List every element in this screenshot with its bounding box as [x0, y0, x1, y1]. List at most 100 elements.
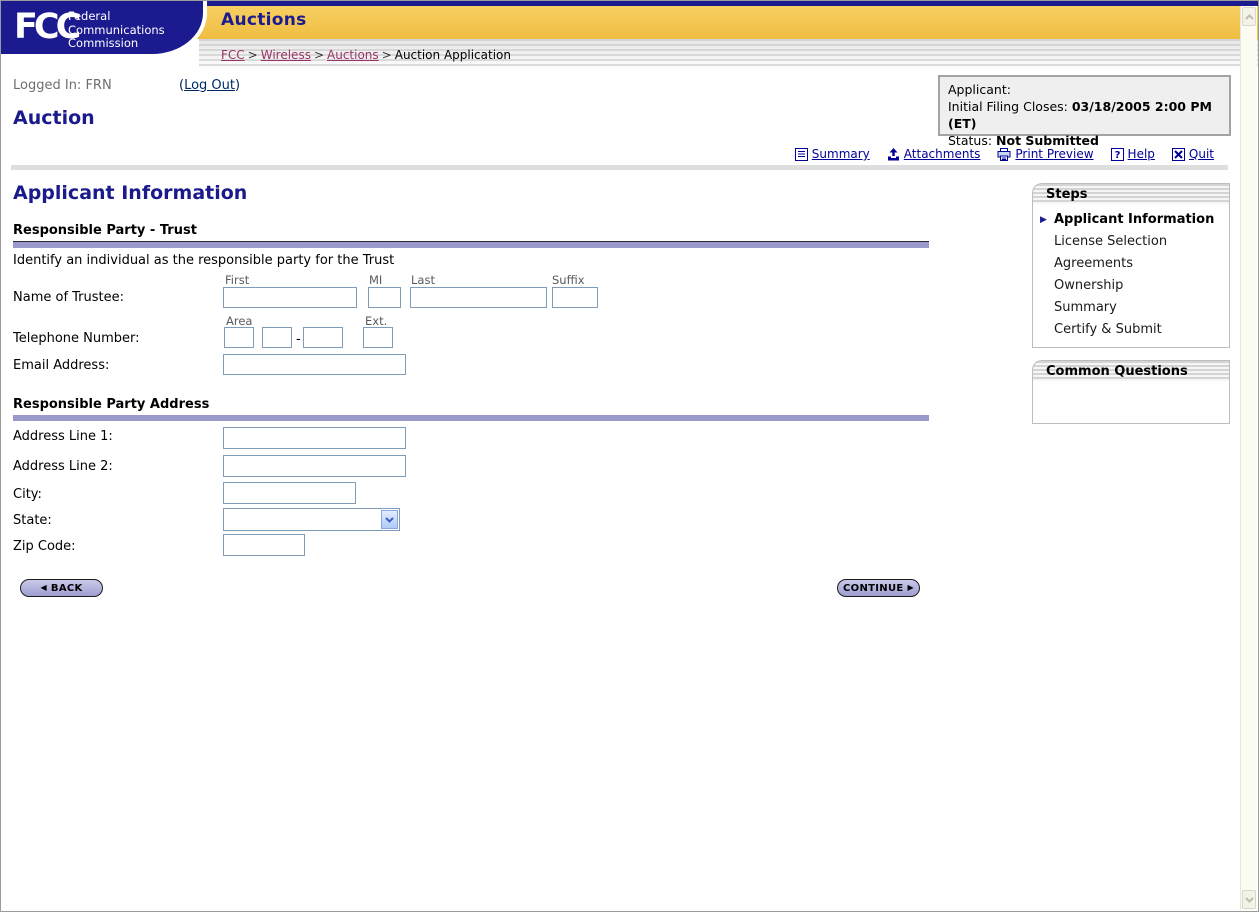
- email-address-label: Email Address:: [13, 358, 110, 373]
- help-link[interactable]: ? Help: [1110, 147, 1155, 161]
- phone-area-field[interactable]: [224, 327, 254, 348]
- step-label: Applicant Information: [1054, 212, 1215, 227]
- continue-button[interactable]: CONTINUE ▶: [837, 579, 920, 597]
- email-address-field[interactable]: [223, 354, 406, 375]
- phone-ext-field[interactable]: [363, 327, 393, 348]
- breadcrumb: FCC > Wireless > Auctions > Auction Applicatio…: [221, 48, 511, 62]
- breadcrumb-current: Auction Application: [394, 48, 511, 62]
- attachments-link[interactable]: Attachments: [887, 147, 981, 161]
- steps-panel-body: ▶ Applicant Information License Selectio…: [1032, 204, 1230, 348]
- phone-prefix-field[interactable]: [262, 327, 292, 348]
- summary-label: Summary: [811, 147, 870, 161]
- address-line-1-field[interactable]: [223, 427, 406, 449]
- gold-title-bar: Auctions: [193, 6, 1258, 39]
- chevron-up-icon: [1244, 13, 1254, 20]
- logout-wrap: (Log Out): [179, 78, 240, 93]
- scroll-up-button[interactable]: [1242, 7, 1256, 26]
- city-field[interactable]: [223, 482, 356, 504]
- zip-code-label: Zip Code:: [13, 539, 76, 554]
- first-name-field[interactable]: [223, 287, 357, 308]
- trust-section-title: Responsible Party - Trust: [13, 223, 929, 242]
- scroll-down-button[interactable]: [1242, 890, 1256, 909]
- city-label: City:: [13, 487, 42, 502]
- filing-closes-row: Initial Filing Closes: 03/18/2005 2:00 P…: [948, 98, 1221, 132]
- print-preview-icon: [997, 147, 1011, 161]
- breadcrumb-link-wireless[interactable]: Wireless: [261, 48, 311, 62]
- step-label: Ownership: [1054, 278, 1124, 293]
- chevron-down-icon: [1244, 896, 1254, 903]
- help-icon: ?: [1110, 147, 1124, 161]
- back-arrow-icon: ◀: [40, 583, 47, 592]
- suffix-sublabel: Suffix: [552, 273, 585, 287]
- current-step-icon: ▶: [1040, 215, 1047, 225]
- logged-in-status: Logged In: FRN: [13, 78, 112, 93]
- vertical-scrollbar[interactable]: [1240, 6, 1257, 910]
- status-label: Status:: [948, 133, 997, 148]
- section-divider-bar: [13, 415, 929, 421]
- step-label: Summary: [1054, 300, 1117, 315]
- breadcrumb-link-auctions[interactable]: Auctions: [327, 48, 379, 62]
- svg-text:?: ?: [1114, 150, 1120, 161]
- back-button[interactable]: ◀ BACK: [20, 579, 103, 597]
- print-preview-label: Print Preview: [1015, 147, 1094, 161]
- steps-panel-header: Steps: [1032, 183, 1230, 204]
- first-name-sublabel: First: [225, 273, 250, 287]
- summary-icon: [794, 147, 808, 161]
- fcc-org-name: Federal Communications Commission: [68, 9, 165, 51]
- fcc-logo-block: FCC Federal Communications Commission: [1, 1, 207, 58]
- step-item-agreements[interactable]: Agreements: [1033, 253, 1229, 275]
- attachments-icon: [887, 147, 899, 160]
- step-item-certify-submit[interactable]: Certify & Submit: [1033, 319, 1229, 341]
- common-questions-header: Common Questions: [1032, 360, 1230, 381]
- chevron-down-icon[interactable]: [381, 510, 398, 529]
- main-heading: Applicant Information: [13, 182, 248, 204]
- phone-hyphen: -: [296, 332, 301, 347]
- applicant-label: Applicant:: [948, 82, 1011, 97]
- mi-sublabel: MI: [369, 273, 383, 287]
- summary-link[interactable]: Summary: [794, 147, 870, 161]
- step-label: Agreements: [1054, 256, 1133, 271]
- breadcrumb-separator: >: [313, 48, 325, 62]
- address-line-1-label: Address Line 1:: [13, 429, 113, 444]
- print-preview-link[interactable]: Print Preview: [997, 147, 1094, 161]
- steps-panel: Steps ▶ Applicant Information License Se…: [1032, 183, 1230, 348]
- address-line-2-field[interactable]: [223, 455, 406, 477]
- trust-section-description: Identify an individual as the responsibl…: [13, 253, 395, 268]
- attachments-label: Attachments: [903, 147, 981, 161]
- breadcrumb-separator: >: [247, 48, 258, 62]
- org-line: Federal: [68, 9, 111, 23]
- area-code-sublabel: Area: [226, 314, 253, 328]
- logout-link[interactable]: Log Out: [184, 78, 235, 93]
- suffix-field[interactable]: [552, 287, 598, 308]
- state-select[interactable]: [223, 508, 400, 531]
- auction-application-page: Auctions FCC > Wireless > Auctions > Auction A…: [0, 0, 1259, 912]
- last-name-sublabel: Last: [411, 273, 435, 287]
- quit-icon: [1171, 147, 1185, 161]
- paren: ): [235, 78, 241, 93]
- step-item-summary[interactable]: Summary: [1033, 297, 1229, 319]
- breadcrumb-separator: >: [381, 48, 392, 62]
- telephone-number-label: Telephone Number:: [13, 331, 140, 346]
- step-item-license-selection[interactable]: License Selection: [1033, 231, 1229, 253]
- zip-code-field[interactable]: [223, 534, 305, 556]
- step-item-applicant-information[interactable]: ▶ Applicant Information: [1033, 209, 1229, 231]
- name-of-trustee-label: Name of Trustee:: [13, 290, 125, 305]
- toolbar-divider: [11, 165, 1228, 170]
- address-line-2-label: Address Line 2:: [13, 459, 113, 474]
- org-line: Communications: [68, 22, 165, 37]
- state-label: State:: [13, 513, 52, 528]
- continue-button-label: CONTINUE: [843, 582, 904, 594]
- mi-field[interactable]: [368, 287, 401, 308]
- ext-sublabel: Ext.: [365, 314, 388, 328]
- last-name-field[interactable]: [410, 287, 547, 308]
- section-divider-bar: [13, 242, 929, 248]
- phone-line-field[interactable]: [303, 327, 343, 348]
- help-label: Help: [1127, 147, 1155, 161]
- breadcrumb-link-fcc[interactable]: FCC: [221, 48, 245, 62]
- step-item-ownership[interactable]: Ownership: [1033, 275, 1229, 297]
- app-title: Auctions: [221, 10, 307, 30]
- page-title: Auction: [13, 107, 95, 129]
- quit-link[interactable]: Quit: [1171, 147, 1214, 161]
- applicant-info-box: Applicant: Initial Filing Closes: 03/18/…: [938, 75, 1231, 148]
- common-questions-body: [1032, 381, 1230, 424]
